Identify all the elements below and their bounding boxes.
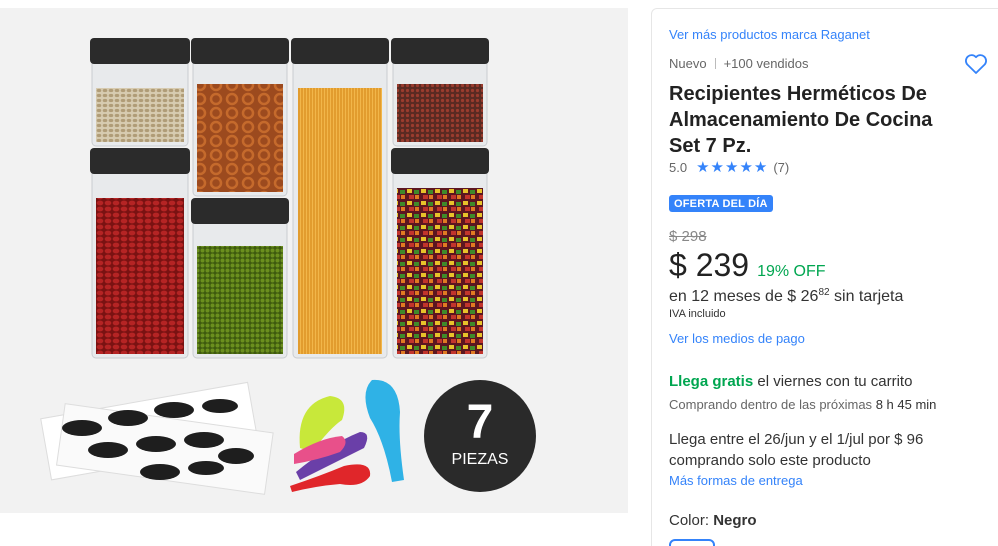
product-title: Recipientes Herméticos De Almacenamiento…	[669, 83, 933, 157]
tax-note: IVA incluido	[669, 308, 726, 320]
installments-prefix: en 12 meses de $ 26	[669, 288, 819, 305]
star-icon: ★	[724, 159, 739, 176]
container-peas	[191, 198, 289, 359]
star-icon: ★	[696, 159, 710, 176]
current-price: $ 239	[669, 247, 750, 283]
review-count: (7)	[773, 160, 790, 175]
product-photo: 7 PIEZAS	[40, 38, 536, 495]
meta-divider	[714, 58, 716, 69]
free-shipping-detail: el viernes con tu carrito	[757, 373, 913, 390]
countdown-prefix: Comprando dentro de las próximas	[669, 397, 873, 412]
alt-delivery-text: Llega entre el 26/jun y el 1/jul por $ 9…	[669, 431, 924, 469]
color-swatch-selected[interactable]	[669, 539, 715, 546]
free-shipping-label: Llega gratis	[669, 373, 754, 390]
price-row: $ 239 19% OFF	[669, 247, 826, 284]
star-icon: ★	[739, 159, 753, 176]
condition-label: Nuevo	[669, 56, 707, 71]
installments-suffix: sin tarjeta	[834, 288, 904, 305]
rating-value: 5.0	[669, 160, 688, 175]
container-beans	[90, 148, 190, 359]
container-pretzels	[191, 38, 289, 197]
color-label: Color:	[669, 512, 710, 529]
free-shipping-text: Llega gratis el viernes con tu carrito	[669, 373, 912, 390]
chalkboard-labels	[40, 381, 274, 495]
star-icon: ★	[710, 159, 724, 176]
old-price: $ 298	[669, 228, 707, 245]
rating-stars: ★ ★ ★ ★ ★	[696, 160, 767, 175]
brand-link[interactable]: Ver más productos marca Raganet	[669, 27, 870, 42]
installments-text: en 12 meses de $ 2682 sin tarjeta	[669, 287, 903, 306]
product-meta: Nuevo +100 vendidos	[669, 56, 809, 71]
shipping-countdown: Comprando dentro de las próximas 8 h 45 …	[669, 397, 936, 412]
deal-badge: OFERTA DEL DÍA	[669, 195, 773, 212]
countdown-value: 8 h 45 min	[875, 397, 937, 412]
installments-cents: 82	[818, 287, 830, 298]
favorite-heart-icon[interactable]	[964, 53, 988, 75]
color-value: Negro	[713, 512, 757, 529]
container-spaghetti	[291, 38, 389, 359]
more-delivery-options-link[interactable]: Más formas de entrega	[669, 473, 803, 488]
container-dried-fruit	[391, 148, 489, 359]
payment-methods-link[interactable]: Ver los medios de pago	[669, 331, 805, 346]
discount-label: 19% OFF	[757, 263, 826, 280]
container-seeds	[90, 38, 190, 147]
pieces-badge: 7 PIEZAS	[424, 380, 536, 492]
measuring-scoops	[290, 379, 404, 492]
product-image[interactable]: 7 PIEZAS	[0, 8, 628, 513]
sold-count: +100 vendidos	[723, 56, 809, 71]
rating-row[interactable]: 5.0 ★ ★ ★ ★ ★ (7)	[669, 160, 789, 175]
star-icon: ★	[753, 159, 768, 176]
color-selector-label: Color: Negro	[669, 512, 757, 529]
product-info-panel: Ver más productos marca Raganet Nuevo +1…	[651, 8, 998, 546]
pieces-word: PIEZAS	[452, 451, 509, 468]
container-peppercorns	[391, 38, 489, 147]
pieces-number: 7	[467, 396, 494, 449]
